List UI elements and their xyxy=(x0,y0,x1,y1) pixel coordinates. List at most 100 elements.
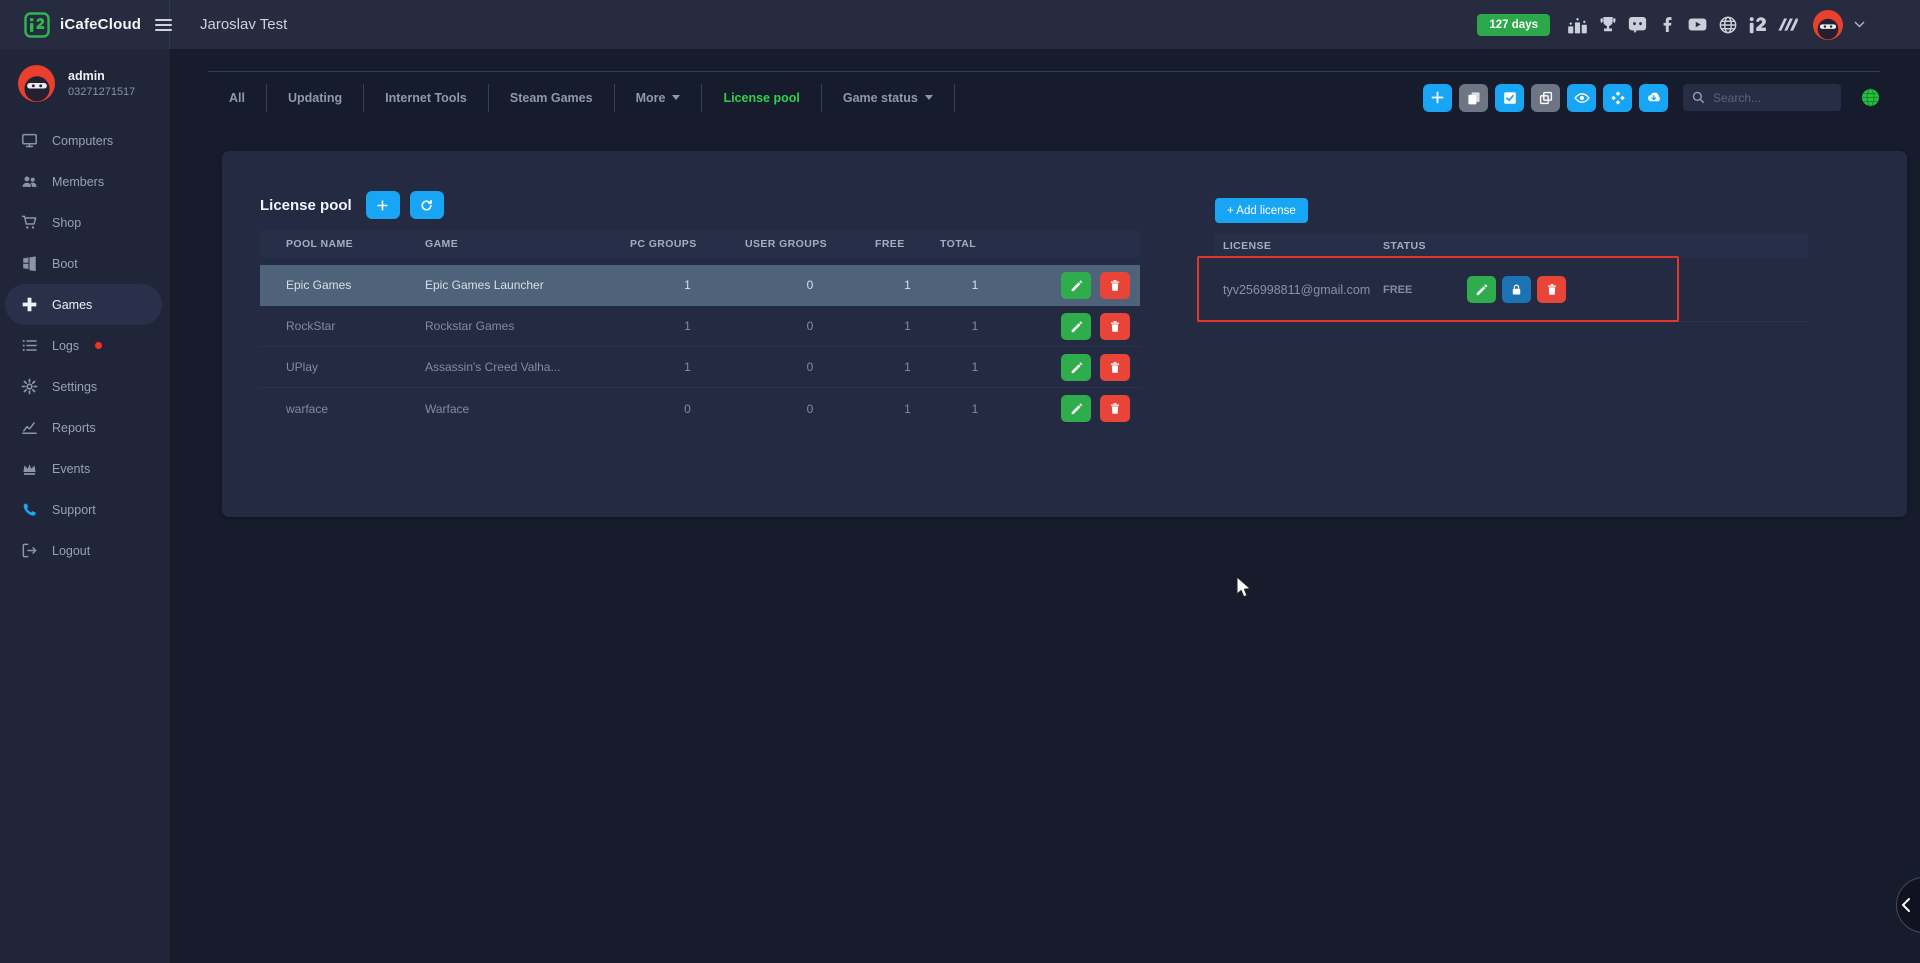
add-button[interactable] xyxy=(1423,84,1452,112)
license-days-badge[interactable]: 127 days xyxy=(1477,14,1550,36)
pool-table-row[interactable]: UPlay Assassin's Creed Valha... 1 0 1 1 xyxy=(260,347,1140,388)
icafe-mark-icon[interactable] xyxy=(1747,14,1768,35)
pool-table: POOL NAME GAME PC GROUPS USER GROUPS FRE… xyxy=(260,231,1140,429)
delete-button[interactable] xyxy=(1537,276,1566,303)
chevron-down-icon[interactable] xyxy=(1854,21,1865,28)
edit-button[interactable] xyxy=(1061,272,1091,299)
sidebar-item-label: Boot xyxy=(52,257,78,271)
edit-button[interactable] xyxy=(1061,395,1091,422)
sidebar-item-logs[interactable]: Logs xyxy=(0,325,170,366)
user-phone: 03271271517 xyxy=(68,86,135,98)
sidebar: admin 03271271517 Computers Members Shop xyxy=(0,49,170,963)
delete-button[interactable] xyxy=(1100,395,1130,422)
user-groups-cell: 0 xyxy=(745,319,875,333)
sidebar-item-games[interactable]: Games xyxy=(5,284,162,325)
sidebar-user-block: admin 03271271517 xyxy=(0,49,170,116)
tab-license-pool[interactable]: License pool xyxy=(702,84,821,112)
sidebar-item-shop[interactable]: Shop xyxy=(0,202,170,243)
refresh-button[interactable] xyxy=(410,191,444,219)
user-name: admin xyxy=(68,69,135,83)
windows-icon xyxy=(21,255,38,272)
ranking-icon[interactable] xyxy=(1567,14,1588,35)
copy-button[interactable] xyxy=(1459,84,1488,112)
license-pool-card: License pool POOL NAME GAME PC GROUPS US… xyxy=(222,151,1907,517)
cloud-download-button[interactable] xyxy=(1639,84,1668,112)
pool-table-row[interactable]: warface Warface 0 0 1 1 xyxy=(260,388,1140,429)
members-icon xyxy=(21,173,38,190)
sidebar-item-label: Members xyxy=(52,175,104,189)
sidebar-item-computers[interactable]: Computers xyxy=(0,120,170,161)
pool-name-cell: UPlay xyxy=(260,360,425,374)
edit-button[interactable] xyxy=(1467,276,1496,303)
pool-name-cell: RockStar xyxy=(260,319,425,333)
total-cell: 1 xyxy=(940,402,1010,416)
edit-button[interactable] xyxy=(1061,313,1091,340)
sidebar-item-settings[interactable]: Settings xyxy=(0,366,170,407)
total-cell: 1 xyxy=(940,360,1010,374)
lock-button[interactable] xyxy=(1502,276,1531,303)
chevron-left-icon xyxy=(1899,897,1915,913)
sidebar-item-boot[interactable]: Boot xyxy=(0,243,170,284)
edit-button[interactable] xyxy=(1061,354,1091,381)
pool-table-row[interactable]: RockStar Rockstar Games 1 0 1 1 xyxy=(260,306,1140,347)
tab-updating[interactable]: Updating xyxy=(267,84,364,112)
delete-button[interactable] xyxy=(1100,354,1130,381)
pc-groups-cell: 1 xyxy=(630,319,745,333)
total-cell: 1 xyxy=(940,278,1010,292)
header-right: 127 days xyxy=(1477,10,1865,40)
discord-icon[interactable] xyxy=(1627,14,1648,35)
phone-icon xyxy=(21,501,38,518)
user-groups-cell: 0 xyxy=(745,402,875,416)
column-header: LICENSE xyxy=(1215,240,1383,252)
license-row[interactable]: tyv256998811@gmail.com FREE xyxy=(1215,258,1808,322)
license-table: LICENSE STATUS tyv256998811@gmail.com FR… xyxy=(1215,233,1808,322)
tab-internet-tools[interactable]: Internet Tools xyxy=(364,84,489,112)
license-cell: tyv256998811@gmail.com xyxy=(1215,283,1383,297)
search-input[interactable] xyxy=(1713,91,1823,105)
clone-button[interactable] xyxy=(1531,84,1560,112)
sidebar-user-avatar[interactable] xyxy=(18,65,55,102)
toolbar xyxy=(1423,84,1880,112)
tab-all[interactable]: All xyxy=(208,84,267,112)
tab-steam-games[interactable]: Steam Games xyxy=(489,84,615,112)
sidebar-item-members[interactable]: Members xyxy=(0,161,170,202)
layers-brand-icon[interactable] xyxy=(1777,14,1798,35)
sidebar-item-label: Games xyxy=(52,298,92,312)
facebook-icon[interactable] xyxy=(1657,14,1678,35)
tab-more[interactable]: More xyxy=(615,84,703,112)
main-content: All Updating Internet Tools Steam Games … xyxy=(170,49,1920,963)
sidebar-item-events[interactable]: Events xyxy=(0,448,170,489)
game-cell: Epic Games Launcher xyxy=(425,278,630,292)
tab-label: More xyxy=(636,91,666,105)
delete-button[interactable] xyxy=(1100,313,1130,340)
crown-icon xyxy=(21,460,38,477)
sidebar-item-label: Computers xyxy=(52,134,113,148)
sidebar-item-logout[interactable]: Logout xyxy=(0,530,170,571)
add-pool-button[interactable] xyxy=(366,191,400,219)
tab-label: Updating xyxy=(288,91,342,105)
game-console-button[interactable] xyxy=(1603,84,1632,112)
language-globe-icon[interactable] xyxy=(1861,88,1880,107)
user-avatar[interactable] xyxy=(1813,10,1843,40)
logs-icon xyxy=(21,337,38,354)
menu-toggle-button[interactable] xyxy=(155,19,172,31)
globe-icon[interactable] xyxy=(1717,14,1738,35)
pool-table-row[interactable]: Epic Games Epic Games Launcher 1 0 1 1 xyxy=(260,265,1140,306)
add-license-button[interactable]: + Add license xyxy=(1215,198,1308,223)
pool-name-cell: Epic Games xyxy=(260,278,425,292)
tab-game-status[interactable]: Game status xyxy=(822,84,955,112)
sidebar-item-support[interactable]: Support xyxy=(0,489,170,530)
total-cell: 1 xyxy=(940,319,1010,333)
sidebar-item-label: Events xyxy=(52,462,90,476)
page-title: Jaroslav Test xyxy=(200,16,287,33)
delete-button[interactable] xyxy=(1100,272,1130,299)
sidebar-item-reports[interactable]: Reports xyxy=(0,407,170,448)
user-groups-cell: 0 xyxy=(745,278,875,292)
select-check-button[interactable] xyxy=(1495,84,1524,112)
logout-icon xyxy=(21,542,38,559)
youtube-icon[interactable] xyxy=(1687,14,1708,35)
trophy-icon[interactable] xyxy=(1597,14,1618,35)
view-button[interactable] xyxy=(1567,84,1596,112)
pool-table-body: Epic Games Epic Games Launcher 1 0 1 1 R… xyxy=(260,265,1140,429)
sidebar-item-label: Support xyxy=(52,503,96,517)
